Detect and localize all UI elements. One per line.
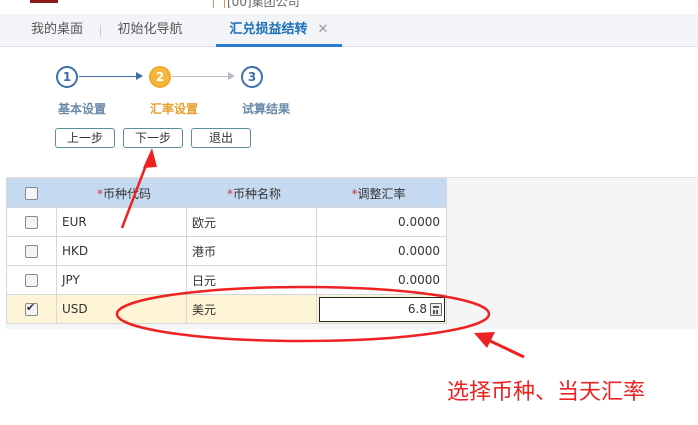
currency-name-cell[interactable]: 美元 — [186, 294, 317, 324]
tab-divider — [100, 25, 101, 37]
step-3-circle: 3 — [241, 66, 263, 88]
step-1-label: 基本设置 — [58, 102, 107, 116]
col-label: 调整汇率 — [357, 186, 406, 201]
top-strip: [00]集团公司 — [0, 0, 698, 8]
table-row[interactable]: HKD 港币 0.0000 — [6, 236, 447, 266]
col-currency-code: *币种代码 — [56, 178, 187, 208]
select-all-header[interactable] — [6, 178, 57, 208]
currency-name-cell[interactable]: 欧元 — [186, 207, 317, 237]
tab-bar: 我的桌面 初始化导航 汇兑损益结转 ✕ — [0, 14, 698, 47]
step-number: 1 — [62, 70, 72, 84]
close-icon[interactable]: ✕ — [318, 22, 329, 37]
currency-code-cell[interactable]: EUR — [56, 207, 187, 237]
col-label: 币种名称 — [232, 186, 281, 201]
select-all-checkbox[interactable] — [25, 187, 38, 200]
tab-label: 初始化导航 — [117, 22, 183, 37]
currency-rate-table: *币种代码 *币种名称 *调整汇率 EUR 欧元 0.0000 HKD 港币 0… — [6, 178, 447, 324]
rate-cell[interactable]: 0.0000 — [316, 207, 447, 237]
rate-cell[interactable]: 0.0000 — [316, 265, 447, 295]
tab-label: 汇兑损益结转 — [229, 22, 308, 37]
step-number: 3 — [247, 70, 257, 84]
col-adjust-rate: *调整汇率 — [316, 178, 447, 208]
annotation-text: 选择币种、当天汇率 — [447, 380, 646, 405]
currency-name-cell[interactable]: 港币 — [186, 236, 317, 266]
row-checkbox[interactable] — [25, 274, 38, 287]
table-row[interactable]: EUR 欧元 0.0000 — [6, 207, 447, 237]
company-name: [00]集团公司 — [227, 0, 300, 8]
currency-code-cell[interactable]: HKD — [56, 236, 187, 266]
col-currency-name: *币种名称 — [186, 178, 317, 208]
tab-fx-gain-loss[interactable]: 汇兑损益结转 ✕ — [216, 14, 342, 47]
step-connector-arrow — [79, 72, 143, 80]
table-row[interactable]: JPY 日元 0.0000 — [6, 265, 447, 295]
rate-cell-editing[interactable]: 6.8 — [316, 294, 447, 324]
rate-cell[interactable]: 0.0000 — [316, 236, 447, 266]
currency-code-cell[interactable]: JPY — [56, 265, 187, 295]
row-checkbox[interactable] — [25, 216, 38, 229]
step-3-label: 试算结果 — [242, 102, 291, 116]
row-checkbox[interactable] — [25, 245, 38, 258]
row-select-cell[interactable] — [6, 207, 57, 237]
row-checkbox-checked[interactable] — [25, 301, 38, 316]
currency-code-cell[interactable]: USD — [56, 294, 187, 324]
step-number: 2 — [155, 70, 165, 84]
prev-step-button[interactable]: 上一步 — [55, 128, 115, 148]
calculator-icon[interactable] — [430, 302, 442, 316]
company-icon — [213, 0, 225, 8]
next-step-button[interactable]: 下一步 — [123, 128, 183, 148]
step-2-label: 汇率设置 — [150, 102, 199, 116]
table-header-row: *币种代码 *币种名称 *调整汇率 — [6, 178, 447, 208]
row-select-cell[interactable] — [6, 265, 57, 295]
rate-input[interactable]: 6.8 — [319, 296, 445, 322]
exit-button[interactable]: 退出 — [191, 128, 251, 148]
tab-init-nav[interactable]: 初始化导航 — [110, 14, 190, 46]
step-connector-arrow — [172, 72, 235, 80]
row-select-cell[interactable] — [6, 236, 57, 266]
currency-name-cell[interactable]: 日元 — [186, 265, 317, 295]
col-label: 币种代码 — [102, 186, 151, 201]
rate-input-value: 6.8 — [407, 302, 427, 316]
step-2-circle: 2 — [149, 66, 171, 88]
tab-my-desktop[interactable]: 我的桌面 — [18, 14, 96, 46]
annotation-arrow-left — [474, 332, 525, 359]
table-row-selected[interactable]: USD 美元 6.8 — [6, 294, 447, 324]
tab-label: 我的桌面 — [30, 22, 83, 37]
logo-fragment — [30, 0, 58, 3]
row-select-cell[interactable] — [6, 294, 57, 324]
company-label: [00]集团公司 — [213, 0, 300, 8]
step-1-circle: 1 — [56, 66, 78, 88]
